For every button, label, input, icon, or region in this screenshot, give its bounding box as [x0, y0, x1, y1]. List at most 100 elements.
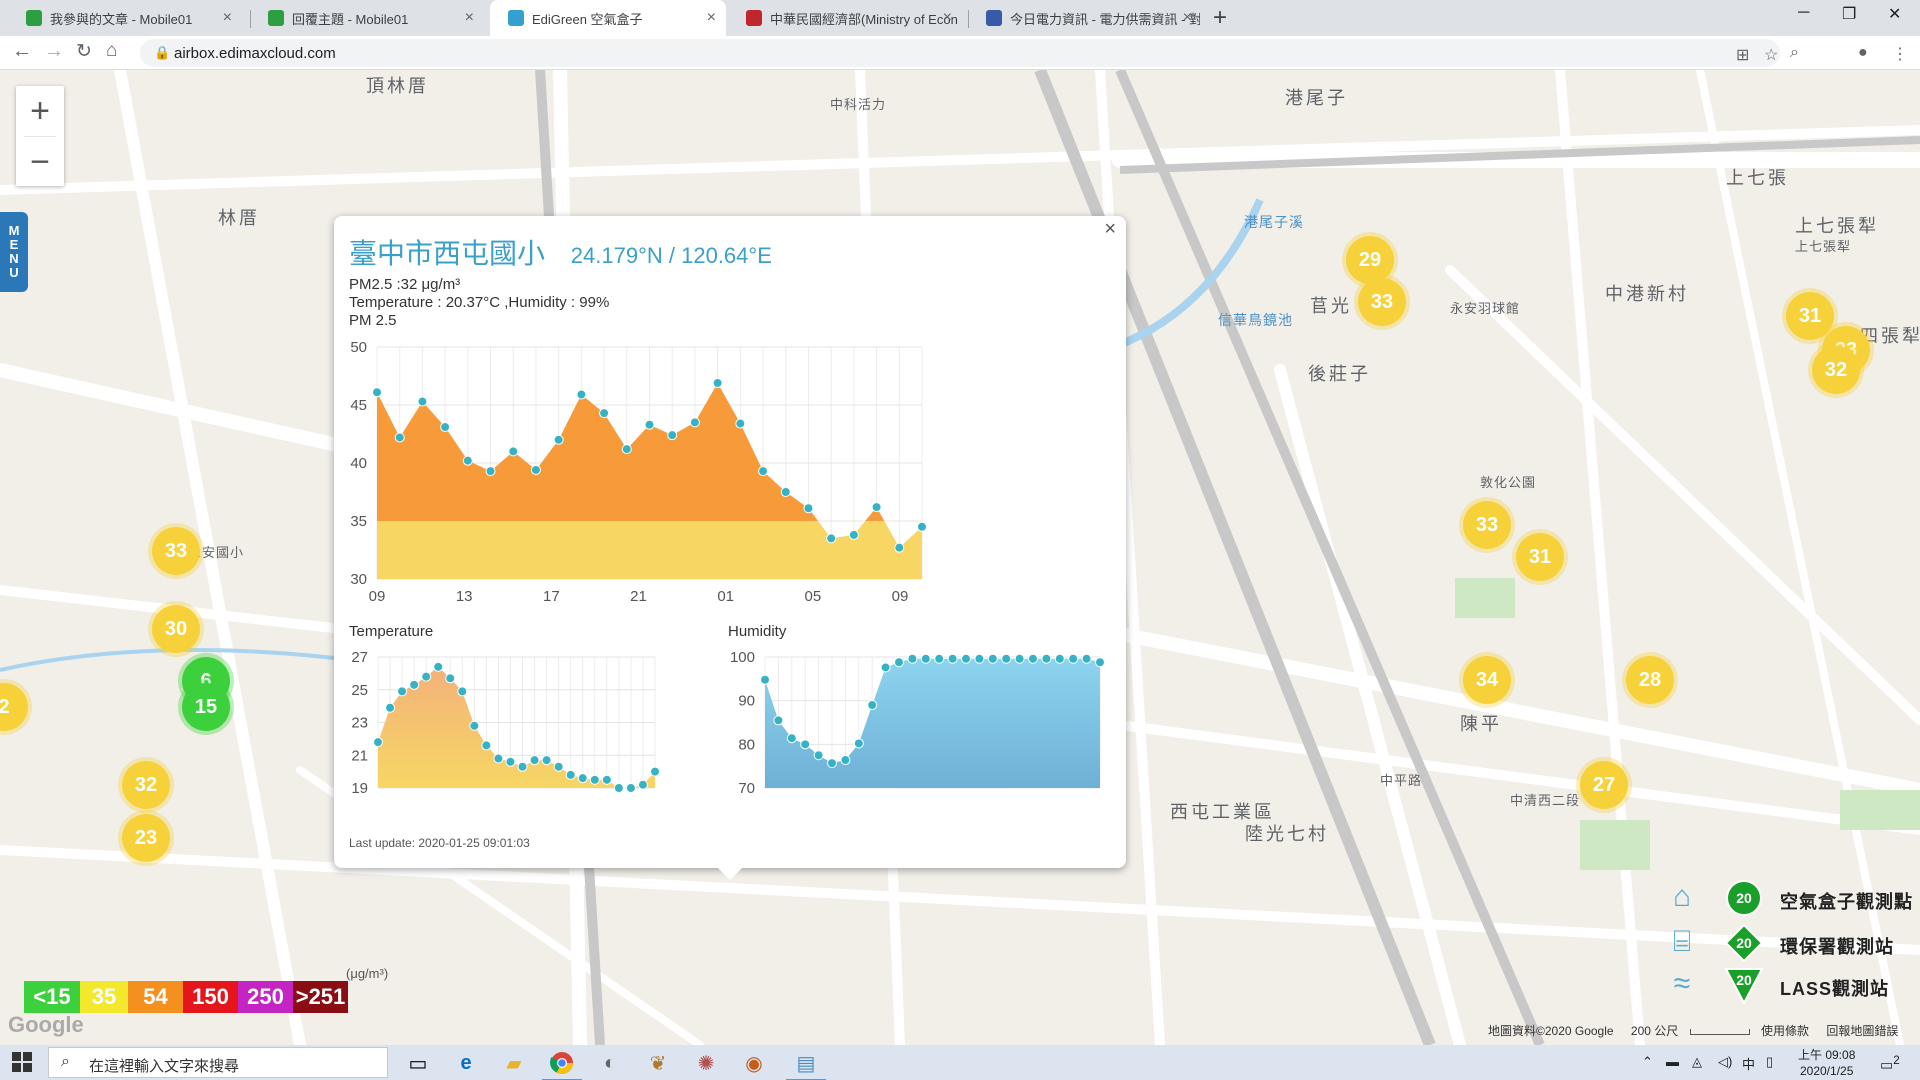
tray-network-icon[interactable]: ◬: [1692, 1054, 1702, 1070]
browser-tab[interactable]: 今日電力資訊 - 電力供需資訊 - 對 ×: [968, 0, 1202, 36]
translate-icon[interactable]: ⊞: [1736, 45, 1749, 65]
data-point: [907, 653, 918, 664]
menu-letter: U: [9, 265, 19, 280]
aqi-level: 150: [183, 981, 238, 1013]
sensor-cluster-marker[interactable]: 29: [1346, 236, 1394, 284]
data-point: [601, 774, 612, 785]
aqi-level: <15: [24, 981, 80, 1013]
map-place-label: 敦化公園: [1480, 475, 1537, 490]
map-place-label: 港尾子溪: [1244, 214, 1304, 230]
aqi-level: 54: [128, 981, 183, 1013]
app-clock-icon[interactable]: ◐: [596, 1049, 624, 1077]
sensor-cluster-marker[interactable]: 31: [1516, 533, 1564, 581]
menu-tab[interactable]: MENU: [0, 212, 28, 292]
file-explorer-icon[interactable]: ▰: [500, 1049, 528, 1077]
tray-volume-icon[interactable]: ◁): [1718, 1054, 1732, 1070]
zoom-icon[interactable]: ⌕: [1790, 44, 1799, 62]
data-point: [853, 738, 864, 749]
tab-close-icon[interactable]: ×: [465, 9, 474, 27]
sensor-cluster-marker[interactable]: 32: [122, 761, 170, 809]
tab-close-icon[interactable]: ×: [1183, 9, 1192, 27]
chrome-icon[interactable]: [542, 1049, 582, 1080]
data-point: [372, 387, 382, 398]
browser-tab[interactable]: 回覆主題 - Mobile01 ×: [250, 0, 484, 36]
sensor-cluster-marker[interactable]: 32: [1812, 346, 1860, 394]
zoom-out-button[interactable]: −: [16, 137, 64, 187]
humidity-chart-title: Humidity: [728, 623, 787, 640]
taskbar-search[interactable]: ⌕ 在這裡輸入文字來搜尋: [48, 1047, 388, 1078]
app-media-icon[interactable]: ◉: [740, 1049, 768, 1077]
data-point: [565, 769, 576, 780]
profile-avatar-icon[interactable]: ●: [1858, 44, 1868, 62]
sensor-cluster-marker[interactable]: 15: [182, 683, 230, 731]
browser-tab[interactable]: 中華民國經濟部(Ministry of Econ ×: [728, 0, 962, 36]
search-placeholder[interactable]: 在這裡輸入文字來搜尋: [89, 1055, 239, 1076]
search-icon: ⌕: [61, 1053, 70, 1070]
browser-tab[interactable]: EdiGreen 空氣盒子 ×: [490, 0, 726, 36]
url-text[interactable]: airbox.edimaxcloud.com: [174, 45, 336, 62]
data-point: [644, 419, 655, 430]
back-icon[interactable]: ←: [12, 40, 32, 63]
tab-close-icon[interactable]: ×: [943, 9, 952, 27]
task-view-icon[interactable]: ▭: [404, 1049, 432, 1077]
data-point: [947, 653, 958, 664]
taskbar-clock[interactable]: 上午 09:08 2020/1/25: [1798, 1047, 1855, 1079]
sensor-cluster-marker[interactable]: 34: [1463, 656, 1511, 704]
data-point: [493, 753, 504, 764]
y-tick-label: 40: [350, 455, 367, 472]
sensor-cluster-marker[interactable]: 33: [1463, 501, 1511, 549]
map-canvas[interactable]: 頂林厝林厝港尾子上七張上七張犁中港新村四張犁後莊子苢光陳平華慶新村西屯區西屯工業…: [0, 70, 1920, 1045]
sensor-cluster-marker[interactable]: 30: [152, 605, 200, 653]
sensor-cluster-marker[interactable]: 33: [1358, 278, 1406, 326]
tab-close-icon[interactable]: ×: [223, 9, 232, 27]
app-fan-icon[interactable]: ✺: [692, 1049, 720, 1077]
home-icon[interactable]: ⌂: [106, 40, 117, 62]
map-data-credit[interactable]: 地圖資料©2020 Google: [1488, 1024, 1614, 1038]
restore-icon[interactable]: ❐: [1842, 4, 1856, 24]
ime-indicator[interactable]: 中: [1742, 1054, 1755, 1073]
x-tick-label: 09: [369, 588, 386, 605]
tray-battery-icon[interactable]: ▬: [1666, 1054, 1679, 1069]
notification-count: 2: [1893, 1054, 1900, 1067]
map-place-label: 信華鳥鏡池: [1218, 312, 1293, 328]
app-window-icon[interactable]: ▤: [786, 1049, 826, 1080]
tab-close-icon[interactable]: ×: [707, 9, 716, 27]
sensor-cluster-marker[interactable]: 23: [122, 814, 170, 862]
address-bar[interactable]: 🔒 airbox.edimaxcloud.com ⊞ ☆: [140, 39, 1780, 67]
tab-favicon-icon: [26, 10, 42, 26]
tray-app-icon[interactable]: ▯: [1766, 1054, 1773, 1070]
browser-tab[interactable]: 我參與的文章 - Mobile01 ×: [8, 0, 242, 36]
x-tick-label: 05: [804, 588, 821, 605]
terms-link[interactable]: 使用條款: [1761, 1024, 1809, 1038]
sensor-cluster-marker[interactable]: 31: [1786, 292, 1834, 340]
sensor-cluster-marker[interactable]: 28: [1626, 656, 1674, 704]
new-tab-button[interactable]: +: [1213, 4, 1227, 32]
windows-start-icon[interactable]: [12, 1052, 32, 1072]
report-error-link[interactable]: 回報地圖錯誤: [1826, 1024, 1898, 1038]
tab-favicon-icon: [986, 10, 1002, 26]
data-point: [1095, 657, 1105, 668]
data-point: [1081, 653, 1092, 664]
data-point: [409, 679, 420, 690]
app-bird-icon[interactable]: ❦: [644, 1049, 672, 1077]
tab-title: 我參與的文章 - Mobile01: [50, 11, 193, 27]
lock-icon[interactable]: 🔒: [154, 45, 170, 61]
zoom-in-button[interactable]: +: [16, 86, 64, 136]
edge-icon[interactable]: e: [452, 1049, 480, 1077]
sensor-cluster-marker[interactable]: 27: [1580, 761, 1628, 809]
sensor-cluster-marker[interactable]: 33: [152, 527, 200, 575]
minimize-icon[interactable]: ─: [1798, 4, 1809, 22]
forward-icon[interactable]: →: [44, 40, 64, 63]
bookmark-star-icon[interactable]: ☆: [1764, 45, 1778, 65]
close-window-icon[interactable]: ✕: [1888, 4, 1901, 24]
airbox-icon: ⌂: [1672, 880, 1692, 913]
reload-icon[interactable]: ↻: [76, 40, 92, 63]
chrome-menu-icon[interactable]: ⋮: [1892, 44, 1908, 64]
map-place-label: 陸光七村: [1245, 824, 1329, 844]
data-point: [650, 766, 660, 777]
notification-icon[interactable]: ▭2: [1880, 1054, 1900, 1074]
data-point: [440, 422, 451, 433]
data-point: [599, 408, 610, 419]
clock-date: 2020/1/25: [1799, 1064, 1854, 1078]
tray-overflow-icon[interactable]: ⌃: [1642, 1054, 1653, 1070]
